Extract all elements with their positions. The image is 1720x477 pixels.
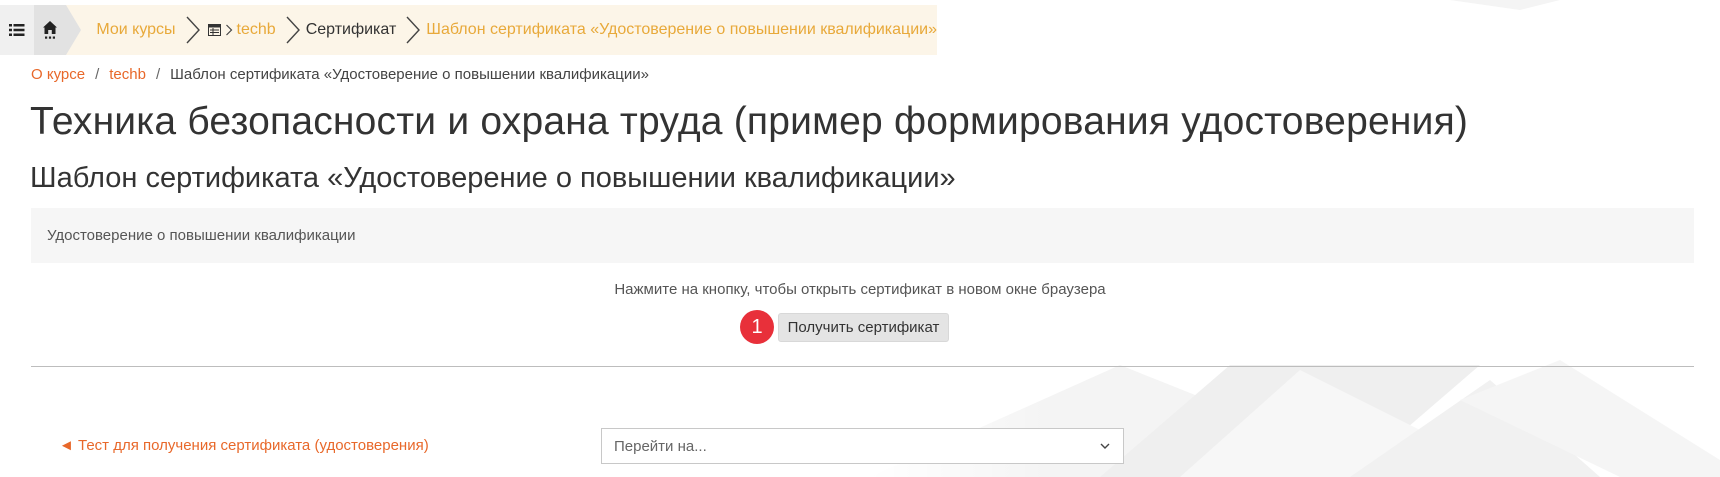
jump-to-placeholder: Перейти на... [614,437,707,455]
top-crumb-certificate[interactable]: Сертификат [306,21,397,39]
breadcrumb-separator: / [95,66,100,83]
breadcrumb-techb[interactable]: techb [109,66,146,83]
breadcrumb-about-course[interactable]: О курсе [31,66,85,83]
breadcrumb-current: Шаблон сертификата «Удостоверение о повы… [170,66,649,83]
chevron-right-icon [284,15,302,45]
page-title: Техника безопасности и охрана труда (при… [30,100,1469,143]
breadcrumb-separator: / [155,66,161,83]
divider [31,366,1694,367]
breadcrumb: О курсе / techb / Шаблон сертификата «Уд… [31,66,649,83]
chevron-down-icon [1100,443,1110,449]
jump-to-select[interactable]: Перейти на... [601,428,1124,464]
chevron-right-small-icon [225,24,233,36]
home-icon [43,21,58,39]
top-crumb-list: Мои курсы techb Сертификат Шаблон сертиф… [66,5,937,55]
top-crumb-template[interactable]: Шаблон сертификата «Удостоверение о повы… [426,21,937,39]
previous-activity-link[interactable]: ◄ Тест для получения сертификата (удосто… [59,437,429,454]
certificate-intro-text: Удостоверение о повышении квалификации [47,227,356,244]
top-crumb-techb[interactable]: techb [237,21,276,39]
page-subtitle: Шаблон сертификата «Удостоверение о повы… [30,162,956,194]
step-badge: 1 [740,310,774,344]
top-crumb-my-courses[interactable]: Мои курсы [96,21,175,39]
course-table-icon [207,24,221,36]
get-certificate-button[interactable]: Получить сертификат [778,313,949,342]
chevron-right-icon [184,15,202,45]
menu-toggle-button[interactable] [0,5,35,55]
list-icon [9,24,25,36]
certificate-intro: Удостоверение о повышении квалификации [31,208,1694,263]
chevron-right-icon [404,15,422,45]
home-button[interactable] [34,5,82,55]
open-hint-text: Нажмите на кнопку, чтобы открыть сертифи… [614,281,1106,298]
top-navbar: Мои курсы techb Сертификат Шаблон сертиф… [0,5,937,55]
